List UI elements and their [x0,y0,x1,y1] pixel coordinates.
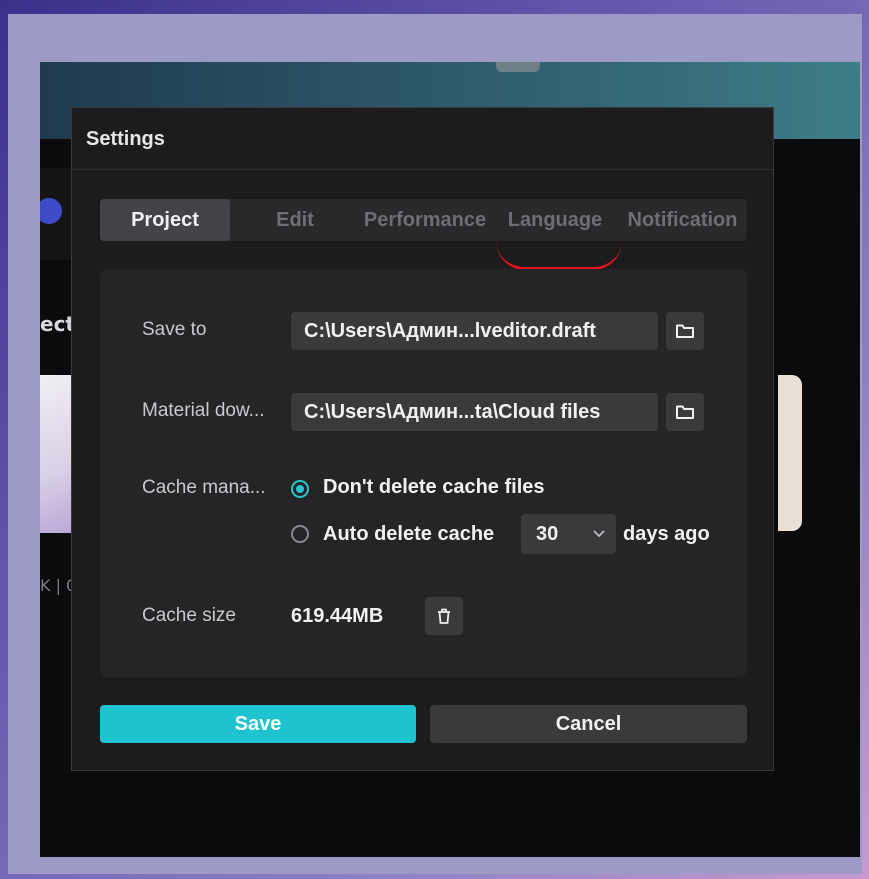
title-divider [72,169,773,170]
radio-dont-delete-cache[interactable] [291,480,309,498]
material-download-browse-button[interactable] [666,393,704,431]
tab-language[interactable]: Language [490,199,620,241]
annotation-underline [496,241,622,270]
cache-size-label: Cache size [142,605,236,626]
material-download-label: Material dow... [142,400,265,421]
chevron-down-icon [593,530,605,538]
dialog-title: Settings [86,128,165,150]
folder-icon [676,324,694,338]
app-header-control [496,62,540,72]
project-settings-panel: Save to C:\Users\Админ...lveditor.draft … [100,269,747,677]
auto-delete-cache-label[interactable]: Auto delete cache [323,523,494,546]
app-side-icon [40,198,62,224]
tab-project[interactable]: Project [100,199,230,241]
cache-size-value: 619.44MB [291,605,384,627]
days-value: 30 [536,523,559,545]
tab-edit[interactable]: Edit [230,199,360,241]
cache-management-label: Cache mana... [142,477,266,498]
radio-auto-delete-cache[interactable] [291,525,309,543]
settings-dialog: Settings Project Edit Performance Langua… [71,107,774,771]
tab-performance[interactable]: Performance [360,199,490,241]
trash-icon [438,608,450,624]
save-to-path-field[interactable]: C:\Users\Админ...lveditor.draft [291,312,658,350]
save-to-label: Save to [142,319,207,340]
save-to-browse-button[interactable] [666,312,704,350]
settings-tabs: Project Edit Performance Language Notifi… [100,199,747,241]
clear-cache-button[interactable] [425,597,463,635]
material-download-path-field[interactable]: C:\Users\Админ...ta\Cloud files [291,393,658,431]
cancel-button[interactable]: Cancel [430,705,747,743]
days-ago-label: days ago [623,523,710,545]
save-button[interactable]: Save [100,705,416,743]
folder-icon [676,405,694,419]
app-project-thumbnail-2 [778,375,802,531]
tab-notification[interactable]: Notification [618,199,747,241]
dont-delete-cache-label[interactable]: Don't delete cache files [323,476,545,499]
auto-delete-days-select[interactable]: 30 [521,514,616,554]
